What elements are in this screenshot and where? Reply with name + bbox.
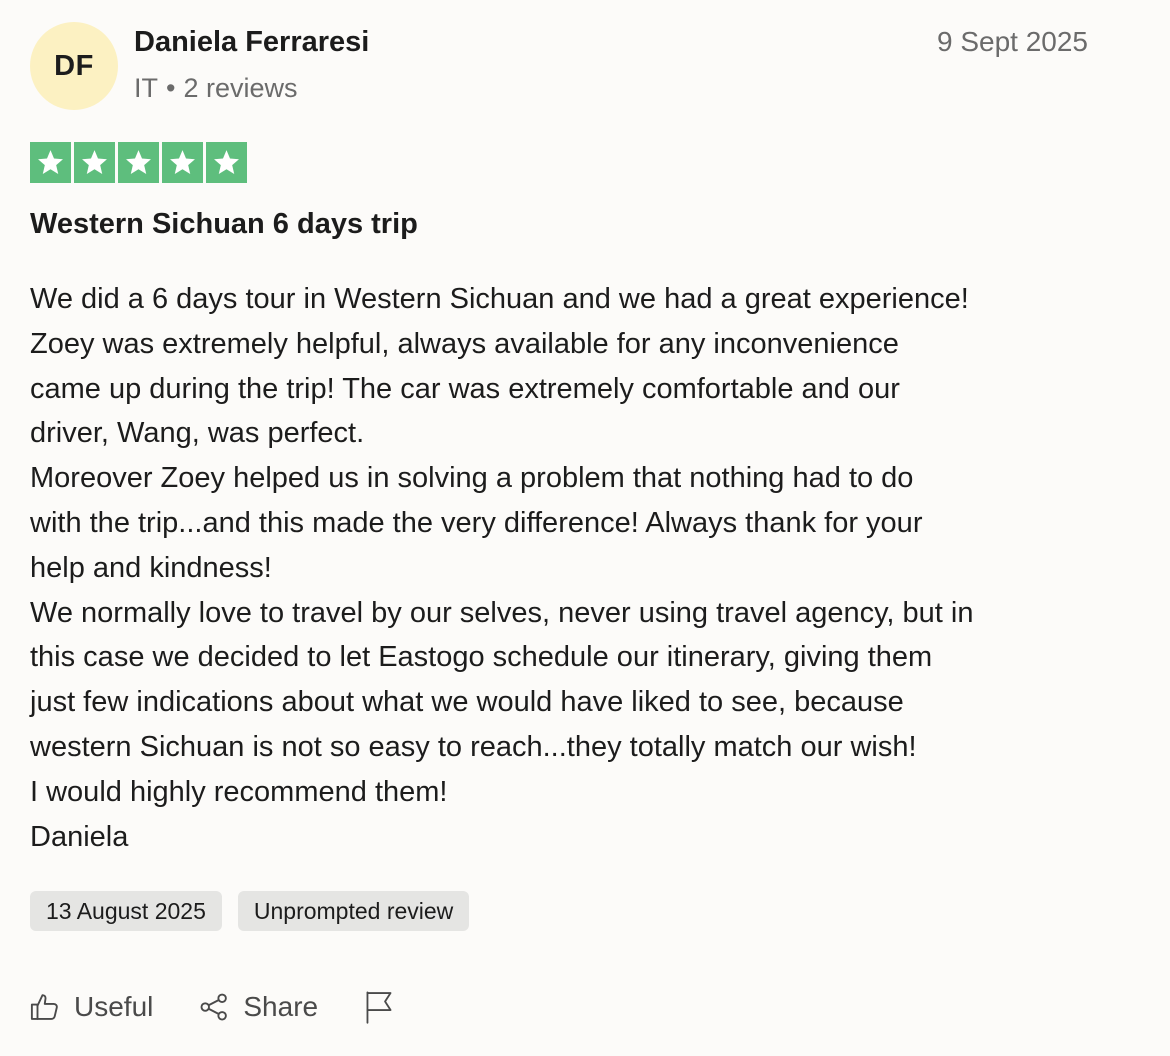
review-body-line: driver, Wang, was perfect. bbox=[30, 417, 365, 450]
review-body-line: Zoey was extremely helpful, always avail… bbox=[30, 327, 899, 360]
flag-icon bbox=[364, 990, 394, 1024]
author-meta: IT • 2 reviews bbox=[134, 71, 369, 105]
review-body-line: I would highly recommend them! bbox=[30, 775, 448, 808]
author-country: IT bbox=[134, 73, 158, 103]
review-type-badge[interactable]: Unprompted review bbox=[237, 891, 470, 931]
review-body-line: just few indications about what we would… bbox=[30, 686, 904, 719]
meta-separator: • bbox=[166, 73, 176, 103]
author-info: Daniela Ferraresi IT • 2 reviews bbox=[134, 24, 369, 105]
author-review-count: 2 reviews bbox=[183, 73, 298, 103]
review-body-line: with the trip...and this made the very d… bbox=[30, 506, 923, 539]
share-label: Share bbox=[243, 991, 319, 1022]
star-icon bbox=[162, 142, 203, 183]
star-icon bbox=[118, 142, 159, 183]
review-body: We did a 6 days tour in Western Sichuan … bbox=[30, 277, 1110, 859]
review-body-line: help and kindness! bbox=[30, 551, 272, 584]
star-icon bbox=[30, 142, 71, 183]
share-button[interactable]: Share bbox=[199, 991, 318, 1023]
review-body-line: We did a 6 days tour in Western Sichuan … bbox=[30, 283, 969, 315]
star-rating bbox=[30, 142, 247, 183]
review-body-line: came up during the trip! The car was ext… bbox=[30, 372, 900, 405]
report-button[interactable] bbox=[364, 990, 394, 1024]
avatar-initials: DF bbox=[54, 49, 94, 82]
review-card: DF Daniela Ferraresi IT • 2 reviews 9 Se… bbox=[0, 0, 1170, 1056]
review-body-line: this case we decided to let Eastogo sche… bbox=[30, 641, 933, 674]
share-icon bbox=[199, 992, 229, 1022]
review-header: DF Daniela Ferraresi IT • 2 reviews 9 Se… bbox=[30, 22, 1088, 112]
review-tags: 13 August 2025 Unprompted review bbox=[30, 891, 470, 931]
review-body-line: Daniela bbox=[30, 820, 129, 853]
review-actions: Useful Share bbox=[30, 990, 440, 1024]
author-name[interactable]: Daniela Ferraresi bbox=[134, 24, 369, 60]
avatar[interactable]: DF bbox=[30, 22, 118, 110]
star-icon bbox=[206, 142, 247, 183]
review-body-line: We normally love to travel by our selves… bbox=[30, 596, 974, 629]
review-title: Western Sichuan 6 days trip bbox=[30, 208, 418, 240]
review-body-line: Moreover Zoey helped us in solving a pro… bbox=[30, 462, 914, 495]
star-icon bbox=[74, 142, 115, 183]
review-body-line: western Sichuan is not so easy to reach.… bbox=[30, 730, 917, 763]
experience-date-badge[interactable]: 13 August 2025 bbox=[30, 891, 222, 931]
thumbs-up-icon bbox=[30, 992, 60, 1022]
review-date: 9 Sept 2025 bbox=[936, 26, 1088, 57]
useful-button[interactable]: Useful bbox=[30, 991, 153, 1023]
useful-label: Useful bbox=[74, 991, 154, 1022]
